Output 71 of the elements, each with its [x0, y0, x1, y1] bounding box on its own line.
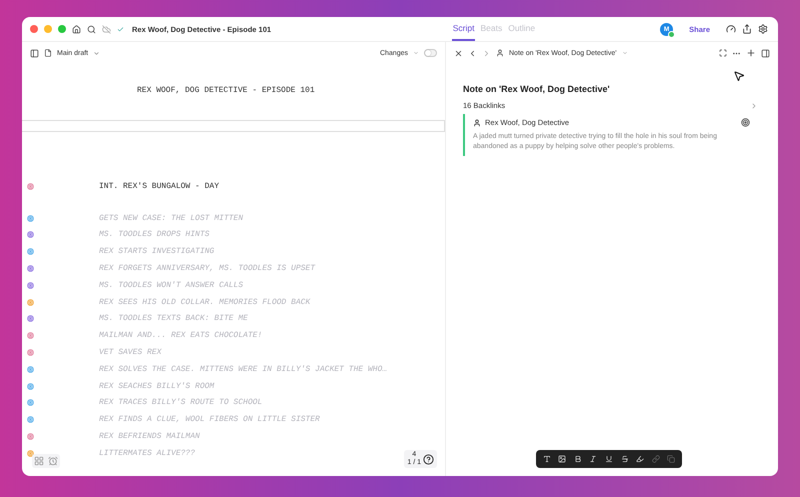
cursor-icon — [733, 70, 745, 82]
panel-right-icon[interactable] — [761, 48, 770, 58]
share-icon[interactable] — [742, 24, 752, 34]
grid-icon[interactable] — [34, 456, 44, 466]
beat-line: MS. TOODLES DROPS HINTS — [99, 230, 210, 240]
text-icon[interactable] — [542, 455, 551, 463]
beat-line: REX FORGETS ANNIVERSARY, MS. TOODLES IS UPSET — [99, 264, 316, 274]
image-icon[interactable] — [558, 455, 566, 463]
beat-marker-icon[interactable] — [27, 399, 34, 406]
beat-line: MS. TOODLES TEXTS BACK: BITE ME — [99, 314, 248, 324]
beat-marker-icon[interactable] — [27, 182, 34, 190]
chevron-down-icon[interactable] — [93, 50, 100, 56]
beat-line: MAILMAN AND... REX EATS CHOCOLATE! — [99, 331, 262, 340]
note-heading: Note on 'Rex Woof, Dog Detective' — [463, 84, 611, 94]
chevron-right-icon[interactable] — [750, 102, 758, 110]
title-field[interactable] — [22, 120, 445, 132]
add-icon[interactable] — [746, 48, 756, 58]
beat-marker-icon[interactable] — [27, 382, 34, 390]
beat-line: VET SAVES REX — [99, 348, 162, 358]
zoom-window-button[interactable] — [58, 25, 66, 33]
beat-marker-icon[interactable] — [27, 349, 34, 356]
beat-marker-icon[interactable] — [27, 332, 34, 340]
highlighter-icon[interactable] — [636, 455, 644, 463]
link-icon[interactable] — [652, 455, 660, 463]
italic-icon[interactable] — [589, 455, 598, 463]
beat-marker-icon[interactable] — [27, 366, 34, 373]
beat-marker-icon[interactable] — [27, 298, 34, 306]
beat-marker-icon[interactable] — [27, 450, 34, 457]
chevron-left-icon[interactable] — [468, 48, 477, 58]
close-window-button[interactable] — [30, 25, 38, 33]
target-icon[interactable] — [741, 118, 750, 127]
cloud-off-icon[interactable] — [102, 24, 111, 34]
file-icon[interactable] — [44, 49, 52, 57]
beat-line: REX STARTS INVESTIGATING — [99, 247, 214, 256]
help-icon[interactable] — [423, 454, 434, 464]
strikethrough-icon[interactable] — [620, 455, 628, 463]
settings-icon[interactable] — [758, 24, 768, 34]
beat-line: REX TRACES BILLY'S ROUTE TO SCHOOL — [99, 398, 262, 408]
beat-line: GETS NEW CASE: THE LOST MITTEN — [99, 214, 244, 223]
beat-marker-icon[interactable] — [27, 265, 34, 272]
beat-line: MS. TOODLES WON'T ANSWER CALLS — [99, 280, 244, 290]
bold-icon[interactable] — [574, 455, 582, 463]
beat-line: REX SEES HIS OLD COLLAR. MEMORIES FLOOD BACK — [99, 298, 310, 307]
beat-marker-icon[interactable] — [27, 231, 34, 238]
sidebar-icon[interactable] — [30, 48, 39, 58]
copy-icon[interactable] — [667, 455, 676, 463]
beat-line: LITTERMATES ALIVE??? — [99, 448, 196, 458]
beat-marker-icon[interactable] — [27, 433, 34, 440]
changes-toggle[interactable] — [424, 49, 437, 57]
user-icon[interactable] — [496, 49, 504, 57]
alarm-clock-icon[interactable] — [48, 456, 58, 466]
underline-icon[interactable] — [604, 455, 613, 463]
scene-heading: INT. REX'S BUNGALOW - DAY — [99, 182, 220, 191]
gauge-icon[interactable] — [726, 24, 736, 34]
beat-marker-icon[interactable] — [27, 416, 34, 424]
beat-line: REX BEFRIENDS MAILMAN — [99, 432, 200, 442]
home-icon[interactable] — [72, 24, 81, 34]
beat-marker-icon[interactable] — [27, 282, 34, 289]
beat-line: REX SEACHES BILLY'S ROOM — [99, 382, 214, 391]
user-icon — [473, 118, 481, 126]
beat-marker-icon[interactable] — [27, 315, 34, 322]
script-title: REX WOOF, DOG DETECTIVE - EPISODE 101 — [137, 86, 315, 95]
close-icon[interactable] — [454, 48, 463, 58]
beat-marker-icon[interactable] — [27, 248, 34, 256]
expand-icon[interactable] — [719, 49, 727, 57]
chevron-right-icon[interactable] — [482, 48, 491, 58]
search-icon[interactable] — [87, 24, 96, 34]
view-tab[interactable]: Script — [452, 17, 476, 41]
beat-line: REX SOLVES THE CASE. MITTENS WERE IN BILLY'S JACKET THE WHO… — [99, 364, 388, 374]
beat-marker-icon[interactable] — [27, 214, 34, 222]
beat-line: REX FINDS A CLUE, WOOL FIBERS ON LITTLE SISTER — [99, 415, 320, 424]
